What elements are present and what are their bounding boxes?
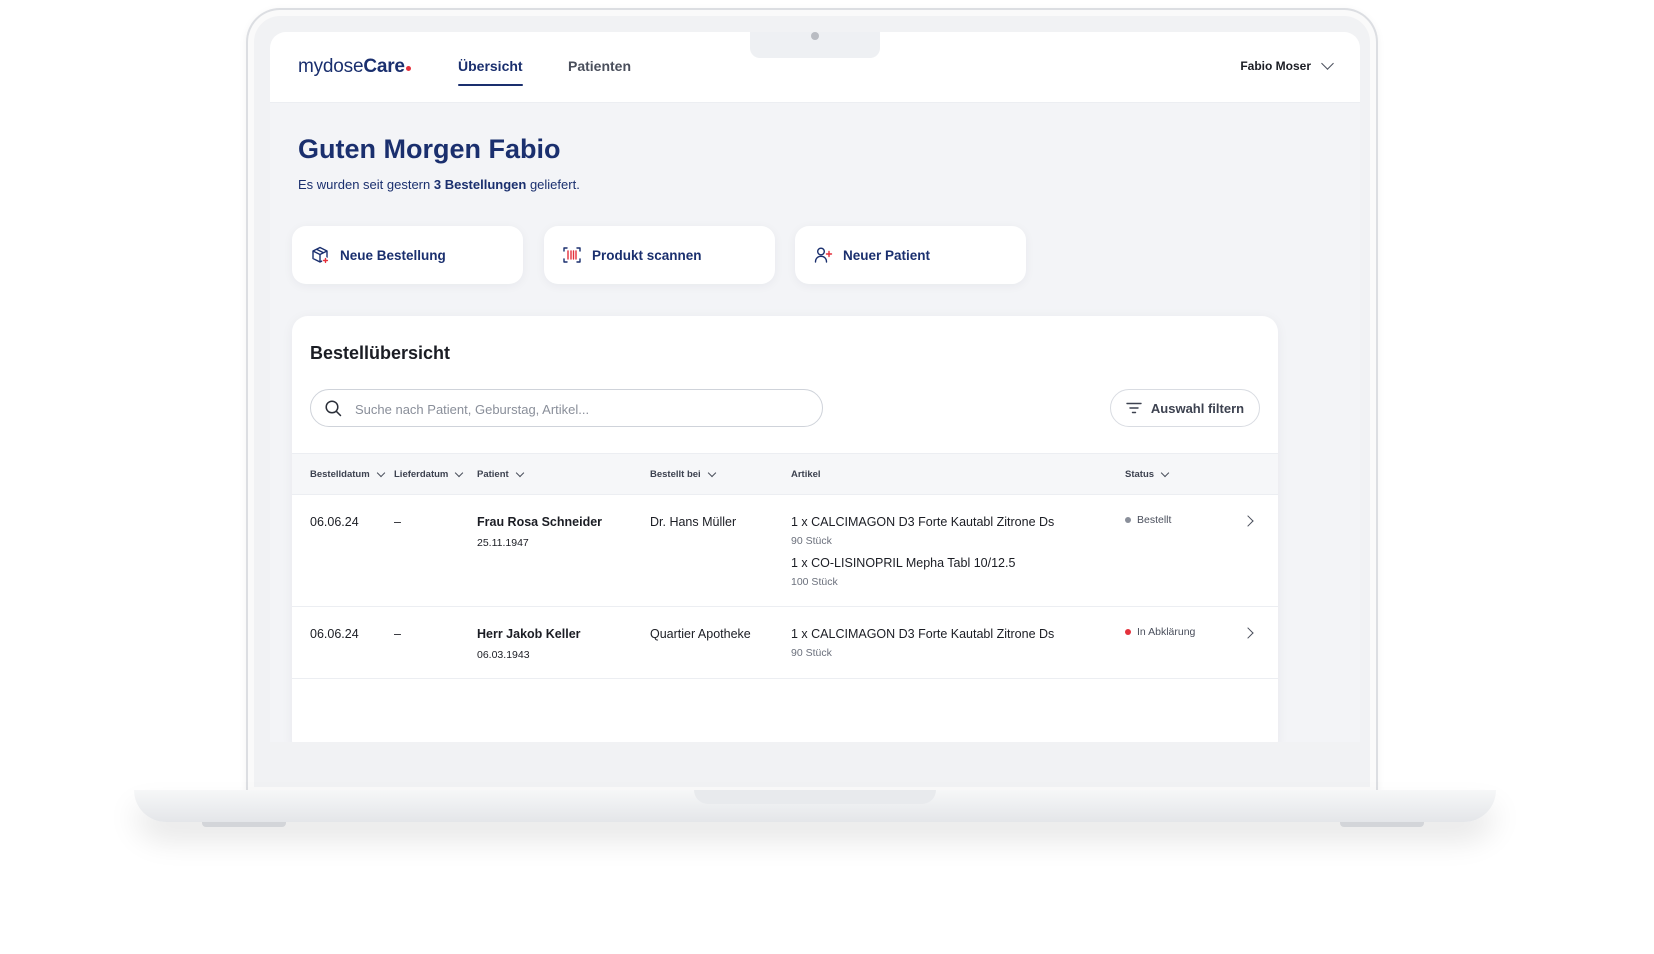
- barcode-scan-icon: [563, 247, 581, 263]
- column-bestellt-bei-label: Bestellt bei: [650, 469, 701, 480]
- search-input[interactable]: [355, 399, 795, 419]
- table-row[interactable]: 06.06.24 – Frau Rosa Schneider 25.11.194…: [292, 495, 1278, 607]
- app-screen: mydoseCare Übersicht Patienten Fabio Mos…: [270, 32, 1360, 742]
- column-lieferdatum-label: Lieferdatum: [394, 469, 449, 480]
- column-patient[interactable]: Patient: [477, 468, 524, 480]
- user-menu[interactable]: Fabio Moser: [1240, 57, 1334, 73]
- new-order-button[interactable]: Neue Bestellung: [292, 226, 523, 284]
- page-title: Guten Morgen Fabio: [298, 134, 561, 164]
- patient-birthdate: 06.03.1943: [477, 649, 530, 661]
- new-patient-label: Neuer Patient: [843, 247, 931, 263]
- article-name: 1 x CALCIMAGON D3 Forte Kautabl Zitrone …: [791, 515, 1055, 529]
- status-label: In Abklärung: [1137, 626, 1196, 638]
- ordered-by: Dr. Hans Müller: [650, 515, 737, 529]
- status-badge: Bestellt: [1125, 514, 1171, 526]
- order-date: 06.06.24: [310, 515, 359, 529]
- patient-name: Herr Jakob Keller: [477, 627, 581, 641]
- column-bestellt-bei[interactable]: Bestellt bei: [650, 468, 716, 480]
- delivery-date: –: [394, 627, 401, 641]
- scan-product-button[interactable]: Produkt scannen: [544, 226, 775, 284]
- filter-button[interactable]: Auswahl filtern: [1110, 389, 1260, 427]
- column-bestelldatum-label: Bestelldatum: [310, 469, 370, 480]
- tab-uebersicht[interactable]: Übersicht: [458, 58, 523, 86]
- delivery-summary-count: 3 Bestellungen: [433, 177, 527, 192]
- column-patient-label: Patient: [477, 469, 509, 480]
- chevron-down-icon: [515, 468, 524, 477]
- column-artikel: Artikel: [791, 469, 821, 480]
- delivery-date: –: [394, 515, 401, 529]
- chevron-down-icon: [376, 468, 385, 477]
- brand-logo[interactable]: mydoseCare: [298, 56, 411, 78]
- brand-logo-dot: [405, 66, 411, 71]
- search-icon: [325, 400, 342, 417]
- chevron-down-icon: [1321, 57, 1334, 70]
- laptop-foot-left: [202, 822, 286, 827]
- column-status[interactable]: Status: [1125, 468, 1170, 480]
- status-label: Bestellt: [1137, 514, 1172, 526]
- chevron-right-icon[interactable]: [1242, 515, 1254, 527]
- camera-icon: [811, 32, 819, 40]
- brand-logo-bold: Care: [363, 56, 405, 77]
- article-name: 1 x CALCIMAGON D3 Forte Kautabl Zitrone …: [791, 627, 1055, 641]
- search-box[interactable]: [310, 389, 823, 427]
- laptop-base-notch: [694, 790, 936, 804]
- delivery-summary: Es wurden seit gestern 3 Bestellungen ge…: [298, 177, 580, 192]
- status-dot: [1125, 629, 1131, 635]
- tab-patienten[interactable]: Patienten: [568, 58, 631, 74]
- brand-logo-light: mydose: [298, 56, 364, 77]
- column-status-label: Status: [1125, 469, 1155, 480]
- delivery-summary-suffix: geliefert.: [526, 177, 580, 192]
- filter-button-label: Auswahl filtern: [1150, 400, 1245, 416]
- status-dot: [1125, 517, 1131, 523]
- column-lieferdatum[interactable]: Lieferdatum: [394, 468, 464, 480]
- order-date: 06.06.24: [310, 627, 359, 641]
- patient-birthdate: 25.11.1947: [477, 537, 529, 549]
- article-quantity: 90 Stück: [791, 647, 832, 659]
- delivery-summary-prefix: Es wurden seit gestern: [298, 177, 434, 192]
- package-plus-icon: [312, 246, 329, 264]
- user-name: Fabio Moser: [1240, 59, 1311, 73]
- chevron-down-icon: [455, 468, 464, 477]
- new-order-label: Neue Bestellung: [340, 247, 446, 263]
- chevron-right-icon[interactable]: [1242, 627, 1254, 639]
- article-quantity: 90 Stück: [791, 535, 832, 547]
- article-name: 1 x CO-LISINOPRIL Mepha Tabl 10/12.5: [791, 556, 1016, 570]
- scan-product-label: Produkt scannen: [592, 247, 702, 263]
- status-badge: In Abklärung: [1125, 626, 1195, 638]
- table-header: Bestelldatum Lieferdatum Patient Bestell…: [292, 453, 1278, 495]
- orders-panel: Bestellübersicht Auswahl filtern Bestell…: [292, 316, 1278, 742]
- ordered-by: Quartier Apotheke: [650, 627, 751, 641]
- user-plus-icon: [814, 247, 833, 263]
- orders-title: Bestellübersicht: [310, 343, 451, 363]
- article-quantity: 100 Stück: [791, 576, 838, 588]
- new-patient-button[interactable]: Neuer Patient: [795, 226, 1026, 284]
- chevron-down-icon: [707, 468, 716, 477]
- patient-name: Frau Rosa Schneider: [477, 515, 603, 529]
- column-bestelldatum[interactable]: Bestelldatum: [310, 468, 385, 480]
- laptop-foot-right: [1340, 822, 1424, 827]
- chevron-down-icon: [1160, 468, 1170, 477]
- column-artikel-label: Artikel: [791, 469, 821, 480]
- filter-icon: [1126, 402, 1142, 414]
- table-row[interactable]: [292, 679, 1278, 719]
- table-row[interactable]: 06.06.24 – Herr Jakob Keller 06.03.1943 …: [292, 607, 1278, 679]
